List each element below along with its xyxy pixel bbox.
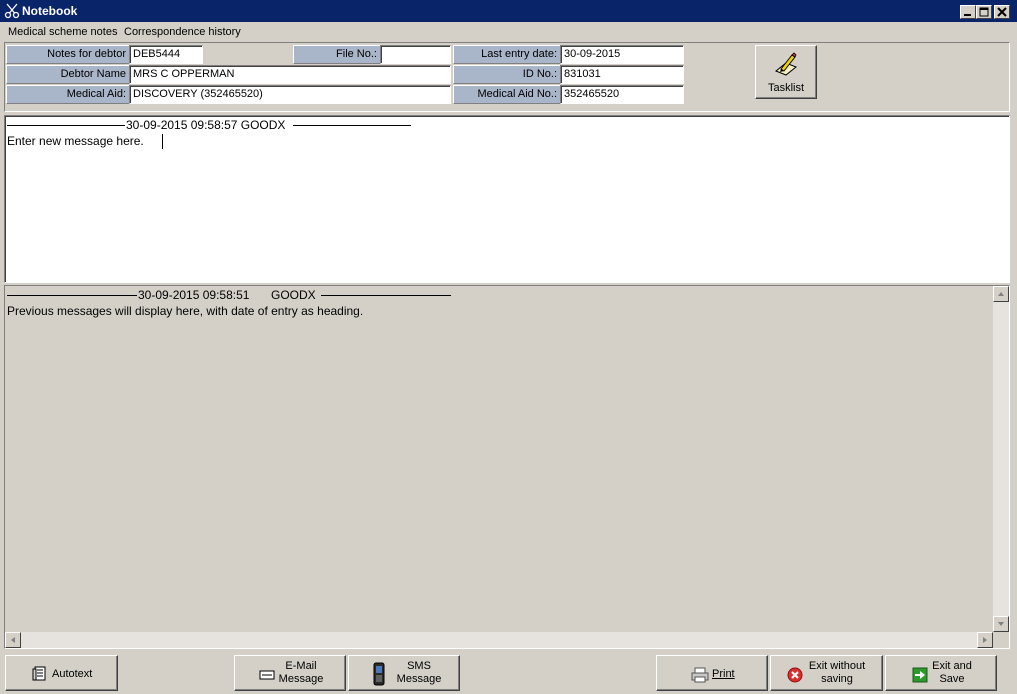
vertical-scrollbar[interactable] (993, 286, 1009, 632)
window-title: Notebook (22, 4, 78, 18)
last-entry-date-label: Last entry date: (453, 45, 561, 64)
email-label-line2: Message (278, 673, 324, 685)
menu-medical-scheme-notes[interactable]: Medical scheme notes (8, 26, 117, 38)
maximize-icon (979, 7, 989, 17)
exit-without-saving-button[interactable]: Exit without saving (770, 655, 883, 691)
text-cursor (162, 134, 163, 149)
history-entry-date: 30-09-2015 09:58:51 (138, 288, 250, 302)
arrow-down-icon (998, 622, 1004, 626)
sms-label-line2: Message (396, 673, 442, 685)
scroll-left-button[interactable] (5, 632, 21, 648)
debtor-name-field[interactable]: MRS C OPPERMAN (129, 65, 451, 84)
title-bar: Notebook (0, 0, 1017, 22)
mobile-phone-icon (373, 662, 385, 686)
menu-bar: Medical scheme notes Correspondence hist… (0, 22, 1017, 42)
email-message-button[interactable]: E-Mail Message (234, 655, 346, 691)
arrow-right-icon (983, 637, 987, 643)
medical-aid-label: Medical Aid: (6, 85, 130, 104)
autotext-label: Autotext (52, 668, 93, 680)
file-no-label: File No.: (293, 45, 381, 64)
footer-toolbar: Autotext E-Mail Message SMS Message Prin… (0, 652, 1017, 694)
history-message-text: Previous messages will display here, wit… (7, 304, 364, 318)
arrow-left-icon (11, 637, 15, 643)
green-arrow-icon (912, 667, 928, 683)
medical-aid-no-field[interactable]: 352465520 (560, 85, 684, 104)
menu-correspondence-history[interactable]: Correspondence history (124, 26, 241, 38)
printer-icon (691, 667, 709, 683)
exit-and-save-line2: Save (939, 673, 965, 685)
heading-rule-right (293, 125, 411, 126)
medical-aid-field[interactable]: DISCOVERY (352465520) (129, 85, 451, 104)
minimize-icon (964, 14, 971, 16)
scissors-icon (4, 3, 20, 19)
exit-without-saving-line1: Exit without (808, 660, 866, 672)
document-icon (32, 666, 46, 681)
file-no-field[interactable] (380, 45, 451, 64)
tasklist-button[interactable]: Tasklist (755, 45, 817, 99)
autotext-button[interactable]: Autotext (5, 655, 118, 691)
notes-for-debtor-label: Notes for debtor (6, 45, 130, 64)
notes-for-debtor-field[interactable]: DEB5444 (129, 45, 203, 64)
tasklist-label: Tasklist (767, 82, 805, 94)
email-label-line1: E-Mail (285, 660, 317, 672)
minimize-button[interactable] (960, 5, 976, 19)
print-button[interactable]: Print (656, 655, 768, 691)
debtor-info-panel: Notes for debtor DEB5444 File No.: Last … (4, 42, 1010, 112)
red-x-icon (787, 667, 803, 683)
message-history-panel[interactable]: 30-09-2015 09:58:51 GOODX Previous messa… (4, 285, 1010, 649)
scroll-up-button[interactable] (993, 286, 1009, 302)
last-entry-date-field[interactable]: 30-09-2015 (560, 45, 684, 64)
arrow-up-icon (998, 292, 1004, 296)
envelope-icon (259, 670, 275, 680)
exit-and-save-line1: Exit and (932, 660, 972, 672)
print-label: Print (712, 668, 735, 680)
id-no-field[interactable]: 831031 (560, 65, 684, 84)
scroll-down-button[interactable] (993, 616, 1009, 632)
new-message-text: Enter new message here. (7, 134, 144, 148)
new-message-editor[interactable]: 30-09-2015 09:58:57 GOODX Enter new mess… (4, 115, 1010, 283)
debtor-name-label: Debtor Name (6, 65, 130, 84)
exit-and-save-button[interactable]: Exit and Save (885, 655, 997, 691)
new-entry-heading: 30-09-2015 09:58:57 GOODX (126, 118, 286, 132)
medical-aid-no-label: Medical Aid No.: (453, 85, 561, 104)
close-icon (997, 7, 1007, 17)
sms-label-line1: SMS (407, 660, 431, 672)
exit-without-saving-line2: saving (821, 673, 853, 685)
history-rule-right (321, 295, 451, 296)
history-rule-left (7, 295, 137, 296)
close-button[interactable] (994, 5, 1010, 19)
scroll-right-button[interactable] (977, 632, 993, 648)
id-no-label: ID No.: (453, 65, 561, 84)
heading-rule-left (7, 125, 125, 126)
sms-message-button[interactable]: SMS Message (348, 655, 460, 691)
history-entry-user: GOODX (271, 288, 316, 302)
pencil-paper-icon (775, 52, 797, 76)
maximize-button[interactable] (976, 5, 992, 19)
horizontal-scrollbar[interactable] (5, 632, 993, 648)
